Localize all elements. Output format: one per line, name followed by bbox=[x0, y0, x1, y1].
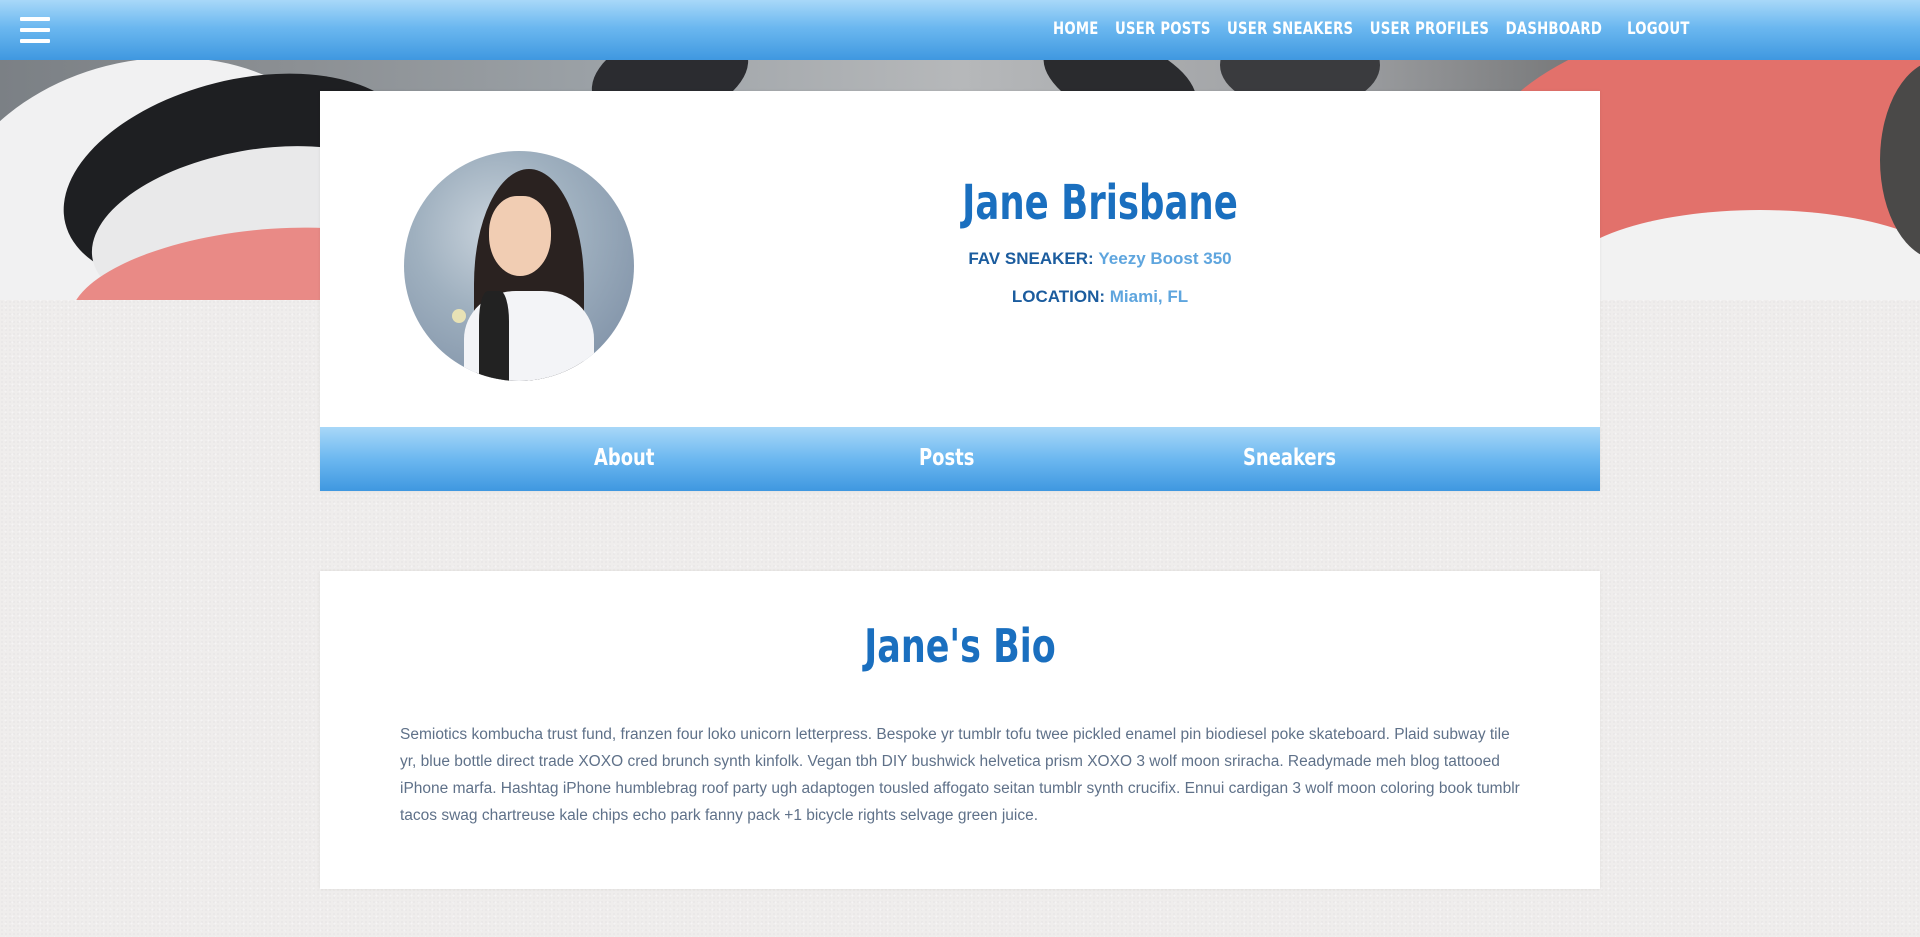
location-value: Miami, FL bbox=[1109, 287, 1189, 306]
avatar bbox=[404, 151, 634, 381]
profile-tabs: About Posts Sneakers bbox=[320, 427, 1600, 491]
nav-link-user-profiles[interactable]: USER PROFILES bbox=[1370, 19, 1489, 39]
tab-sneakers[interactable]: Sneakers bbox=[1243, 445, 1336, 471]
bio-title: Jane's Bio bbox=[864, 619, 1056, 673]
bio-text: Semiotics kombucha trust fund, franzen f… bbox=[400, 726, 1520, 824]
fav-sneaker-label: FAV SNEAKER: bbox=[968, 249, 1094, 268]
bio-card: Jane's Bio Semiotics kombucha trust fund… bbox=[320, 571, 1600, 889]
nav-link-user-posts[interactable]: USER POSTS bbox=[1115, 19, 1211, 39]
nav-link-home[interactable]: HOME bbox=[1053, 19, 1099, 39]
profile-name: Jane Brisbane bbox=[962, 175, 1238, 231]
nav-link-logout[interactable]: LOGOUT bbox=[1627, 19, 1690, 39]
fav-sneaker-value: Yeezy Boost 350 bbox=[1098, 249, 1232, 268]
location-line: LOCATION: Miami, FL bbox=[750, 287, 1450, 307]
profile-card: Jane Brisbane FAV SNEAKER: Yeezy Boost 3… bbox=[320, 91, 1600, 491]
location-label: LOCATION: bbox=[1011, 287, 1106, 306]
fav-sneaker-line: FAV SNEAKER: Yeezy Boost 350 bbox=[750, 249, 1450, 269]
tab-about[interactable]: About bbox=[594, 445, 654, 471]
main-nav: HOME USER POSTS USER SNEAKERS USER PROFI… bbox=[1053, 19, 1690, 39]
top-navbar: HOME USER POSTS USER SNEAKERS USER PROFI… bbox=[0, 0, 1920, 60]
hamburger-menu-icon[interactable] bbox=[20, 17, 50, 43]
tab-posts[interactable]: Posts bbox=[919, 445, 974, 471]
nav-link-user-sneakers[interactable]: USER SNEAKERS bbox=[1227, 19, 1353, 39]
nav-link-dashboard[interactable]: DASHBOARD bbox=[1506, 19, 1603, 39]
